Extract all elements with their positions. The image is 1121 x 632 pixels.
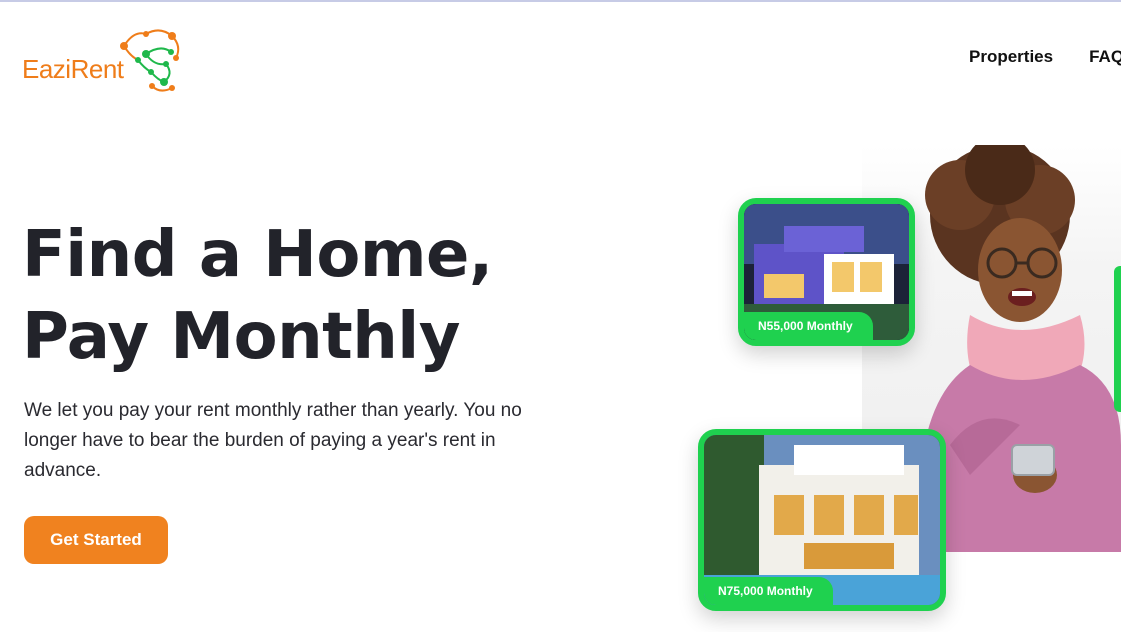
listing-card-2[interactable]: N75,000 Monthly bbox=[698, 429, 946, 611]
brand-name: EaziRent bbox=[22, 54, 124, 84]
nav-item-properties[interactable]: Properties bbox=[969, 47, 1053, 67]
nav-item-faqs[interactable]: FAQs bbox=[1089, 47, 1121, 67]
network-logo-icon bbox=[120, 29, 180, 92]
listing-price-1: N55,000 Monthly bbox=[744, 312, 873, 340]
listing-price-2: N75,000 Monthly bbox=[704, 577, 833, 605]
hero-title: Find a Home, Pay Monthly bbox=[22, 214, 493, 378]
hero-description: We let you pay your rent monthly rather … bbox=[24, 400, 522, 481]
hero-title-line1: Find a Home, bbox=[22, 218, 493, 292]
listing-card-3-edge[interactable] bbox=[1114, 266, 1121, 412]
hero-title-line2: Pay Monthly bbox=[22, 300, 460, 374]
brand-logo[interactable]: EaziRent bbox=[22, 24, 192, 94]
get-started-button[interactable]: Get Started bbox=[24, 516, 168, 564]
browser-top-border bbox=[0, 0, 1121, 2]
listing-card-1[interactable]: N55,000 Monthly bbox=[738, 198, 915, 346]
main-nav: Properties FAQs bbox=[969, 47, 1121, 67]
